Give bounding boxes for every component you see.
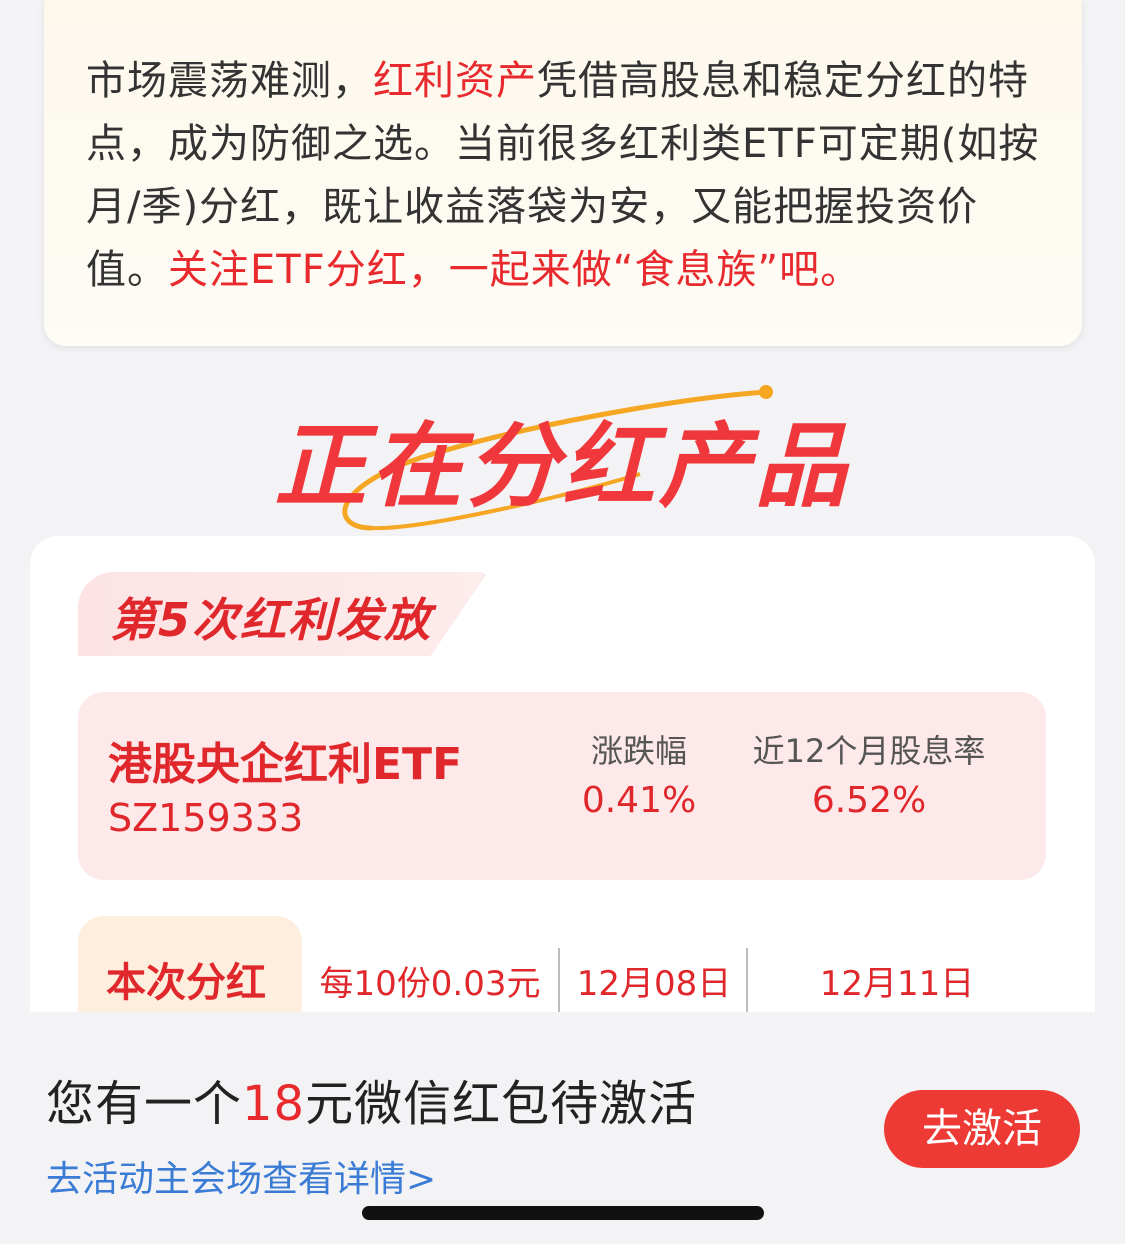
promo-amount: 18	[242, 1076, 306, 1132]
dividend-round-tag: 第5次红利发放	[110, 593, 433, 647]
section-title-banner: 正在分红产品	[0, 378, 1125, 538]
promo-text: 您有一个18元微信红包待激活	[46, 1064, 697, 1134]
fund-code: SZ159333	[108, 796, 304, 840]
promo-suffix: 元微信红包待激活	[305, 1076, 698, 1132]
divider	[746, 948, 748, 1018]
main-venue-link[interactable]: 去活动主会场查看详情>	[46, 1150, 436, 1202]
intro-highlight-follow: 关注ETF分红，一起来做“食息族”吧。	[168, 247, 862, 293]
home-indicator	[362, 1206, 764, 1220]
fund-name: 港股央企红利ETF	[108, 739, 463, 790]
yield-label: 近12个月股息率	[752, 732, 986, 770]
divider	[558, 948, 560, 1018]
current-dividend-label: 本次分红	[106, 960, 266, 1006]
intro-part1: 市场震荡难测，	[86, 58, 373, 104]
yield-value: 6.52%	[811, 780, 927, 821]
current-dividend-tag: 本次分红	[78, 916, 302, 1026]
dividend-amount: 每10份0.03元	[319, 964, 541, 1004]
intro-highlight-dividend-assets: 红利资产	[373, 58, 537, 104]
fund-info-box[interactable]: 港股央企红利ETF SZ159333 涨跌幅 0.41% 近12个月股息率 6.…	[78, 692, 1046, 880]
change-label: 涨跌幅	[590, 732, 687, 770]
activate-button[interactable]: 去激活	[884, 1090, 1080, 1168]
dividend-product-card[interactable]: 第5次红利发放 港股央企红利ETF SZ159333 涨跌幅 0.41% 近12…	[30, 536, 1095, 1056]
payment-date: 12月11日	[819, 964, 975, 1004]
promo-bar: 您有一个18元微信红包待激活 去活动主会场查看详情> 去激活	[0, 1012, 1125, 1244]
change-value: 0.41%	[581, 780, 697, 821]
intro-text: 市场震荡难测，红利资产凭借高股息和稳定分红的特点，成为防御之选。当前很多红利类E…	[86, 50, 1040, 302]
intro-card: 市场震荡难测，红利资产凭借高股息和稳定分红的特点，成为防御之选。当前很多红利类E…	[44, 0, 1082, 346]
section-title: 正在分红产品	[274, 413, 851, 520]
record-date: 12月08日	[576, 964, 732, 1004]
promo-prefix: 您有一个	[46, 1076, 243, 1132]
